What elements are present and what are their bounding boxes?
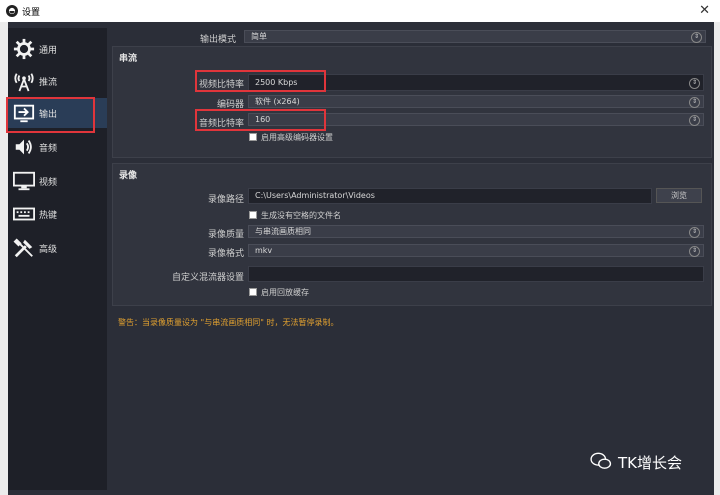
chevron-updown-icon: ⇕ xyxy=(691,32,702,43)
chevron-updown-icon: ⇕ xyxy=(689,246,700,257)
replay-buffer-checkbox[interactable] xyxy=(249,288,257,296)
recording-path-input[interactable]: C:\Users\Administrator\Videos xyxy=(248,188,652,204)
watermark-text: TK增长会 xyxy=(618,454,682,472)
tools-icon xyxy=(13,238,33,258)
warning-text: 警告：当录像质量设为 "与串流画质相同" 时，无法暂停录制。 xyxy=(118,318,339,327)
recording-quality-label: 录像质量 xyxy=(207,230,244,240)
sidebar-item-label: 视频 xyxy=(39,178,58,188)
output-mode-label: 输出模式 xyxy=(199,35,236,45)
antenna-icon xyxy=(14,73,34,92)
wechat-icon xyxy=(590,452,612,469)
sidebar-item-general[interactable]: 通用 xyxy=(8,34,107,64)
sidebar-item-stream[interactable]: 推流 xyxy=(8,66,107,96)
advanced-encoder-checkbox[interactable] xyxy=(249,133,257,141)
output-mode-value: 简单 xyxy=(251,32,267,41)
recording-quality-value: 与串流画质相同 xyxy=(255,227,311,236)
sidebar-item-audio[interactable]: 音频 xyxy=(8,132,107,162)
sidebar-item-label: 高级 xyxy=(39,245,58,255)
highlight-box-audio-bitrate xyxy=(195,109,326,131)
no-space-filename-checkbox[interactable] xyxy=(249,211,257,219)
replay-buffer-label: 启用回放缓存 xyxy=(261,288,309,297)
sidebar-item-video[interactable]: 视频 xyxy=(8,166,107,196)
highlight-box-video-bitrate xyxy=(195,70,326,92)
muxer-settings-label: 自定义混流器设置 xyxy=(171,273,244,283)
keyboard-icon xyxy=(13,207,35,221)
left-edge xyxy=(0,22,8,495)
right-edge xyxy=(714,22,720,495)
sidebar-item-hotkeys[interactable]: 热键 xyxy=(8,199,107,229)
recording-group-title: 录像 xyxy=(119,171,138,181)
output-mode-select[interactable]: 简单 ⇕ xyxy=(244,30,706,43)
sidebar-item-label: 通用 xyxy=(39,46,58,56)
chevron-updown-icon: ⇕ xyxy=(689,227,700,238)
recording-path-value: C:\Users\Administrator\Videos xyxy=(255,191,375,200)
close-icon[interactable]: ✕ xyxy=(699,3,710,18)
recording-format-label: 录像格式 xyxy=(207,249,244,259)
speaker-icon xyxy=(15,139,32,155)
monitor-icon xyxy=(13,171,35,191)
recording-path-label: 录像路径 xyxy=(207,195,244,205)
spin-updown-icon: ⇕ xyxy=(689,78,700,89)
recording-quality-select[interactable]: 与串流画质相同 ⇕ xyxy=(248,225,704,238)
recording-format-select[interactable]: mkv ⇕ xyxy=(248,244,704,257)
window-title: 设置 xyxy=(22,8,41,18)
sidebar-item-label: 热键 xyxy=(39,211,58,221)
title-bar: ◓ 设置 ✕ xyxy=(0,0,720,22)
advanced-encoder-label: 启用高级编码器设置 xyxy=(261,133,333,142)
sidebar-item-label: 音频 xyxy=(39,144,58,154)
gear-icon xyxy=(13,38,35,60)
chevron-updown-icon: ⇕ xyxy=(689,115,700,126)
streaming-group-title: 串流 xyxy=(119,54,138,64)
no-space-filename-label: 生成没有空格的文件名 xyxy=(261,211,341,220)
muxer-settings-input[interactable] xyxy=(248,266,704,282)
chevron-updown-icon: ⇕ xyxy=(689,97,700,108)
browse-button[interactable]: 浏览 xyxy=(656,188,702,203)
highlight-box-output xyxy=(6,97,95,133)
encoder-value: 软件 (x264) xyxy=(255,97,300,106)
recording-format-value: mkv xyxy=(255,246,273,255)
encoder-select[interactable]: 软件 (x264) ⇕ xyxy=(248,95,704,108)
sidebar-item-advanced[interactable]: 高级 xyxy=(8,233,107,263)
app-logo-icon: ◓ xyxy=(6,5,18,17)
sidebar-item-label: 推流 xyxy=(39,78,58,88)
